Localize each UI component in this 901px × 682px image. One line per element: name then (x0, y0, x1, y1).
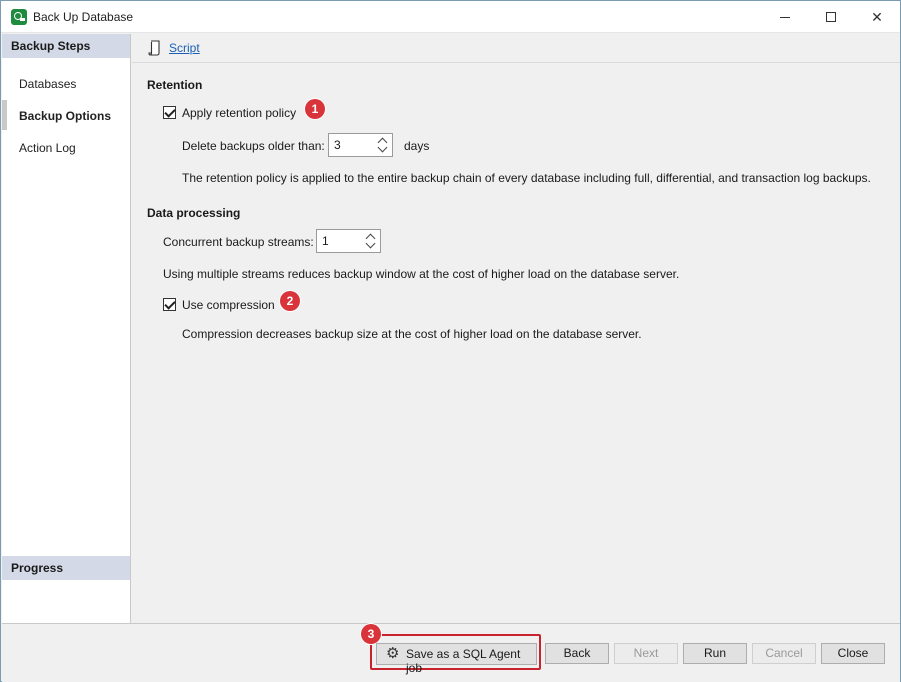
apply-retention-checkbox[interactable] (163, 106, 176, 119)
sidebar-item-action-log[interactable]: Action Log (2, 132, 130, 162)
concurrent-streams-stepper[interactable]: 1 (316, 229, 381, 253)
minimize-button[interactable] (762, 1, 808, 33)
backup-options-panel: Retention Apply retention policy 1 Delet… (132, 64, 900, 623)
stepper-down-icon[interactable] (365, 238, 376, 249)
retention-days-stepper[interactable]: 3 (328, 133, 393, 157)
close-window-button[interactable]: ✕ (854, 1, 900, 33)
back-button[interactable]: Back (545, 643, 609, 664)
apply-retention-label[interactable]: Apply retention policy (182, 106, 296, 120)
sidebar-item-databases[interactable]: Databases (2, 68, 130, 98)
sidebar-item-backup-options[interactable]: Backup Options (2, 100, 130, 130)
data-processing-section-title: Data processing (147, 206, 241, 220)
maximize-button[interactable] (808, 1, 854, 33)
days-unit-label: days (404, 139, 430, 153)
retention-note: The retention policy is applied to the e… (182, 171, 871, 185)
concurrent-streams-label: Concurrent backup streams: (163, 235, 314, 249)
use-compression-checkbox[interactable] (163, 298, 176, 311)
concurrent-streams-value[interactable]: 1 (322, 234, 329, 248)
run-button[interactable]: Run (683, 643, 747, 664)
maximize-icon (826, 12, 836, 22)
retention-days-value[interactable]: 3 (334, 138, 341, 152)
script-scroll-icon[interactable] (148, 40, 161, 56)
callout-badge-2: 2 (280, 291, 300, 311)
backup-steps-header: Backup Steps (2, 34, 130, 58)
close-icon: ✕ (871, 8, 883, 25)
title-bar: Back Up Database ✕ (1, 1, 900, 33)
compression-note: Compression decreases backup size at the… (182, 327, 642, 341)
database-backup-icon (11, 9, 27, 25)
stepper-down-icon[interactable] (377, 142, 388, 153)
delete-backups-label: Delete backups older than: (182, 139, 325, 153)
save-as-sql-agent-job-button[interactable]: ⚙ Save as a SQL Agent job (376, 643, 537, 675)
callout-badge-1: 1 (305, 99, 325, 119)
retention-section-title: Retention (147, 78, 203, 92)
backup-steps-sidebar: Backup Steps Databases Backup Options Ac… (2, 34, 131, 623)
cancel-button[interactable]: Cancel (752, 643, 816, 664)
window-title: Back Up Database (33, 10, 134, 24)
minimize-icon (780, 16, 790, 18)
callout-badge-3: 3 (361, 624, 381, 644)
next-button[interactable]: Next (614, 643, 678, 664)
streams-note: Using multiple streams reduces backup wi… (163, 267, 680, 281)
footer-button-bar: 3 ⚙ Save as a SQL Agent job Back Next Ru… (2, 623, 900, 682)
backup-database-window: Back Up Database ✕ Backup Steps Database… (0, 0, 901, 682)
toolbar: Script (132, 34, 900, 63)
script-link[interactable]: Script (169, 41, 200, 55)
gear-icon: ⚙ (386, 645, 400, 662)
save-as-sql-agent-job-label[interactable]: Save as a SQL Agent job (406, 647, 536, 675)
close-button[interactable]: Close (821, 643, 885, 664)
progress-header: Progress (2, 556, 130, 580)
use-compression-label[interactable]: Use compression (182, 298, 275, 312)
